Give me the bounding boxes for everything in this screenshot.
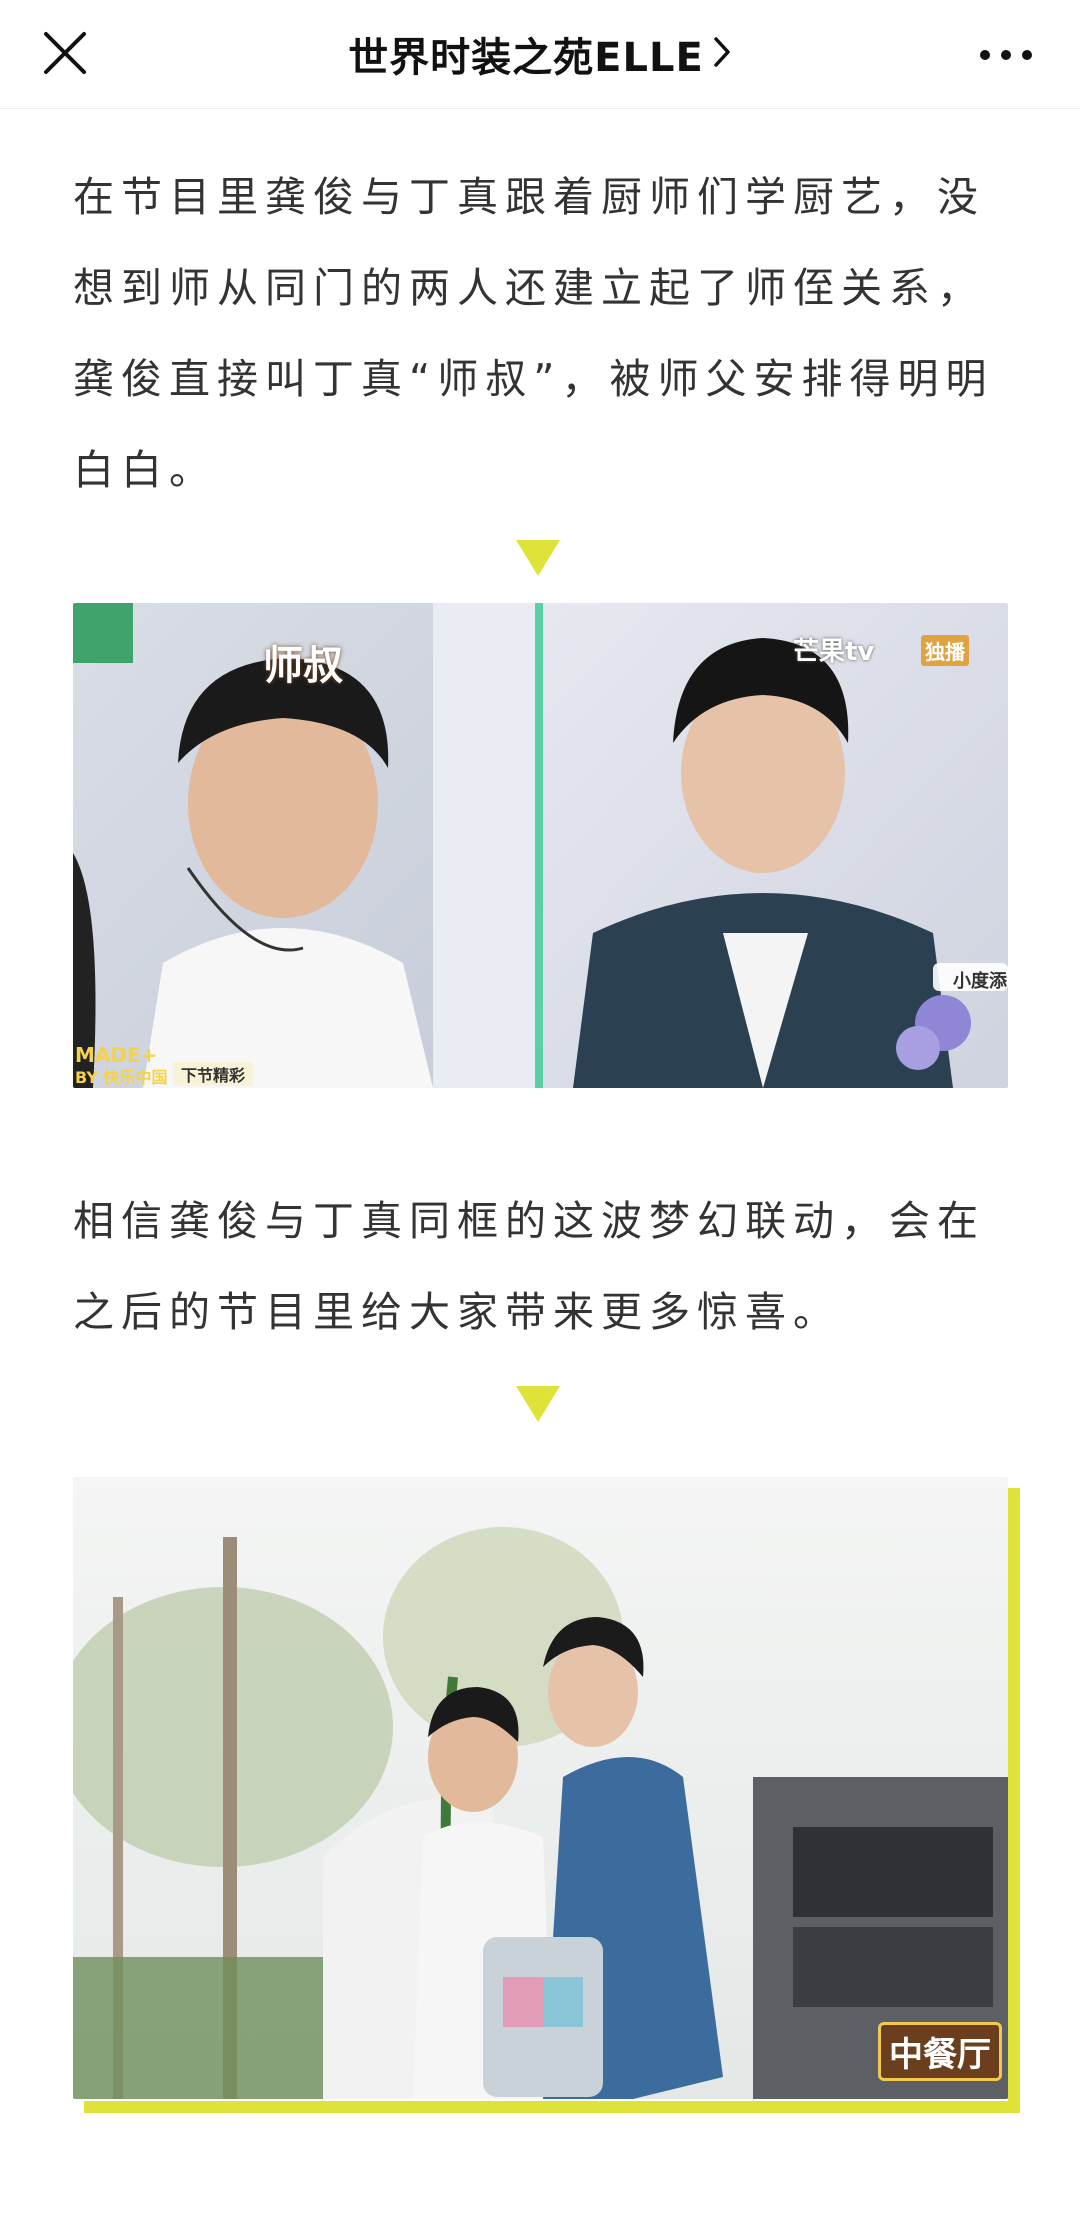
more-dots-icon (980, 50, 1032, 60)
exclusive-tag: 独播 (921, 635, 969, 666)
watermark-text: 芒果tv (793, 637, 875, 667)
more-options-button[interactable] (960, 14, 1050, 94)
chevron-right-icon (712, 35, 732, 73)
caption-text: 师叔 (263, 642, 343, 689)
video-still-illustration (73, 603, 1008, 1088)
down-arrow-icon (516, 540, 560, 576)
next-episode-tag: 下节精彩 (173, 1062, 254, 1086)
account-title-link[interactable]: 世界时装之苑ELLE (200, 0, 880, 108)
close-icon (44, 32, 86, 74)
article-image-1[interactable]: 师叔 芒果tv 独播 MADE+ BY 快乐中国 下节精彩 小度添 (73, 603, 1008, 1088)
close-button[interactable] (26, 14, 106, 94)
show-logo: 中餐厅 (878, 2022, 1002, 2081)
article-paragraph-2: 相信龚俊与丁真同框的这波梦幻联动，会在之后的节目里给大家带来更多惊喜。 (73, 1197, 985, 1336)
made-by-logo-line-2: BY 快乐中国 (75, 1068, 168, 1087)
article-paragraph-1: 在节目里龚俊与丁真跟着厨师们学厨艺，没想到师从同门的两人还建立起了师侄关系，龚俊… (73, 173, 994, 494)
image-frame-right-border (1008, 1488, 1020, 2113)
top-navigation-bar: 世界时装之苑ELLE (0, 0, 1080, 109)
outdoor-photo-illustration (73, 1477, 1008, 2099)
page-title: 世界时装之苑ELLE (348, 35, 704, 81)
article-image-2[interactable]: 中餐厅 (73, 1477, 1008, 2099)
sponsor-tag: 小度添 (953, 971, 1007, 992)
image-frame-bottom-border (84, 2101, 1020, 2113)
down-arrow-icon (516, 1386, 560, 1422)
